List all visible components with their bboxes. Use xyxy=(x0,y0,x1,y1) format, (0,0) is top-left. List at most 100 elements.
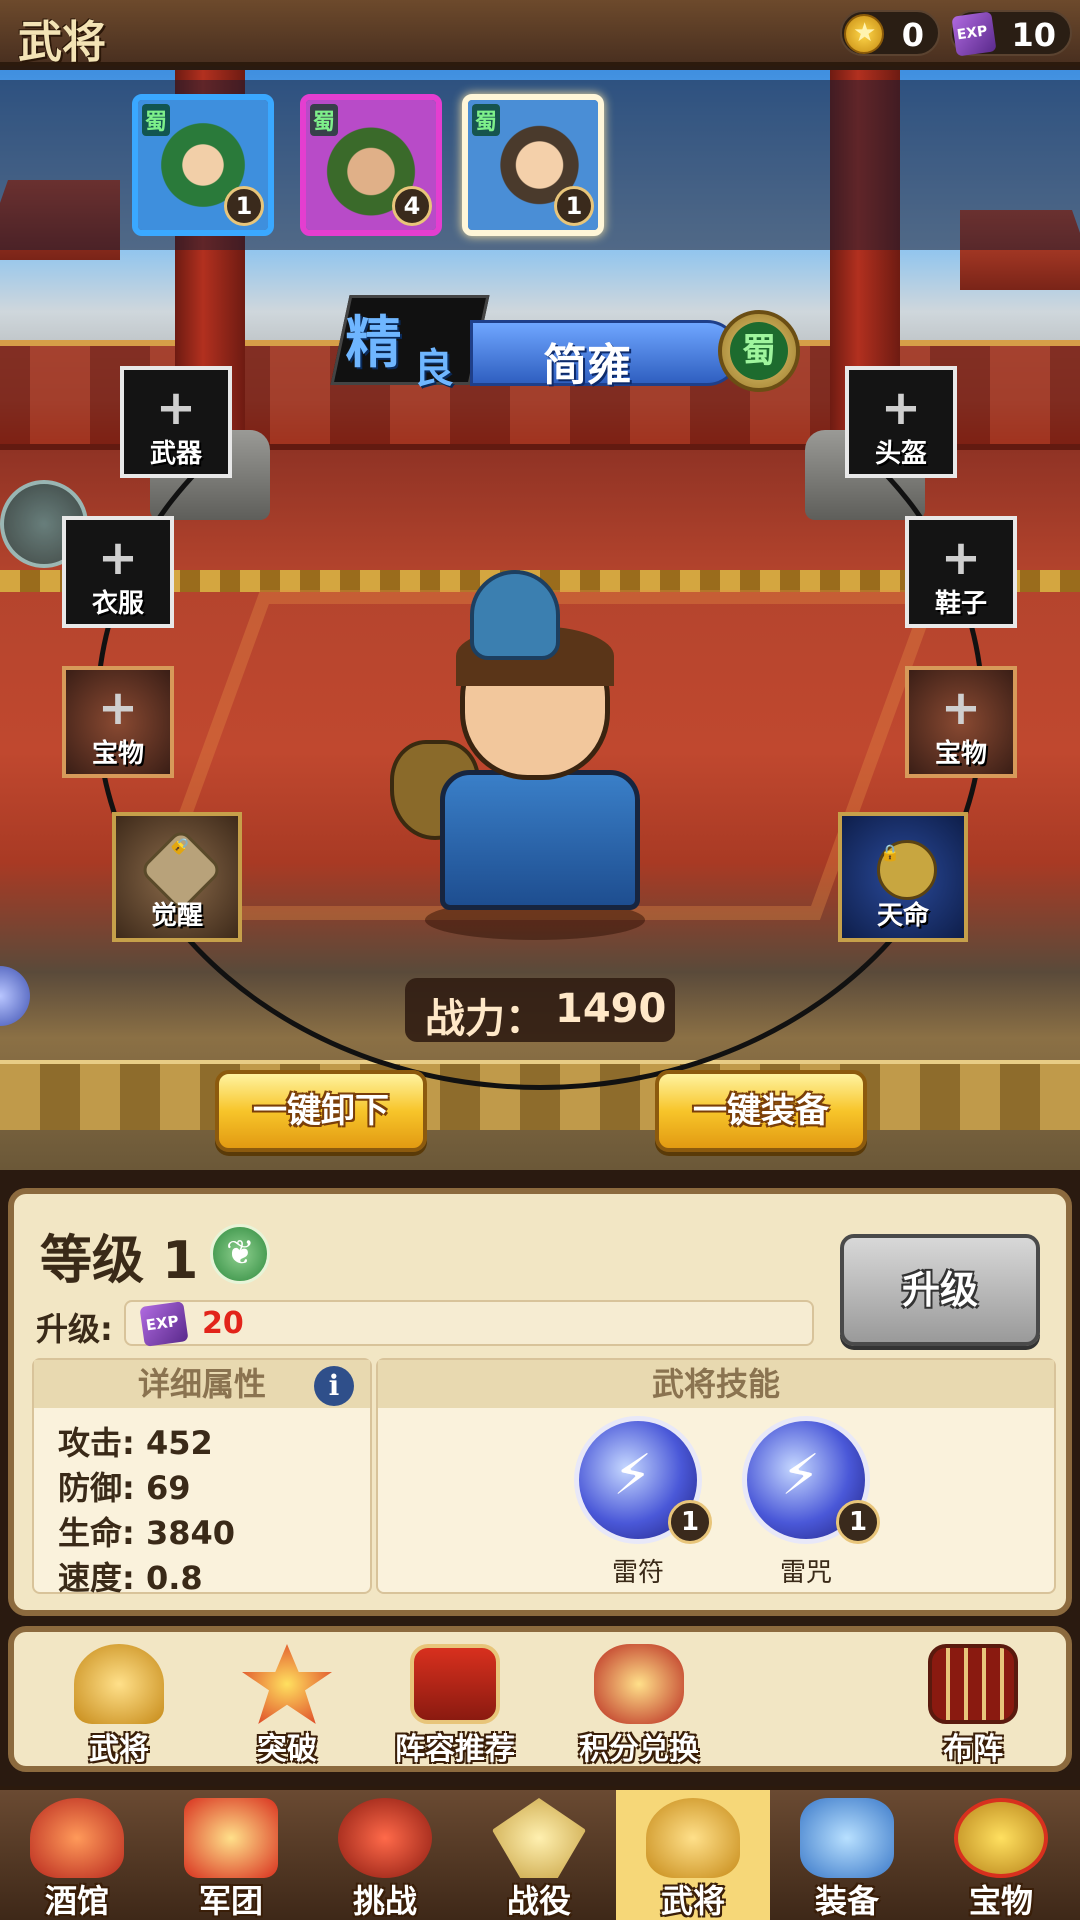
fate-slot[interactable]: 天命 xyxy=(838,812,968,942)
rank-char-1: 精 xyxy=(345,310,402,376)
page-title: 武将 xyxy=(18,17,106,68)
hero-portrait[interactable]: 蜀 4 xyxy=(300,94,442,236)
treasure-coin-icon xyxy=(954,1798,1048,1878)
nav-legion[interactable]: 军团 xyxy=(154,1790,308,1920)
function-bar: 武将 突破 阵容推荐 积分兑换 布阵 xyxy=(8,1626,1072,1772)
nav-label: 军团 xyxy=(198,1882,263,1920)
equip-slot-treasure-right[interactable]: + 宝物 xyxy=(905,666,1017,778)
hero-name-banner: 简雍 xyxy=(470,320,740,391)
helmet-icon xyxy=(74,1644,164,1724)
upgrade-cost-bar: 20 xyxy=(124,1300,814,1347)
hero-hat xyxy=(470,570,560,660)
skills-panel: 武将技能 1 雷符 1 雷咒 xyxy=(376,1358,1056,1594)
side-orb-icon[interactable] xyxy=(0,966,30,1026)
skill-level-badge: 1 xyxy=(836,1500,880,1544)
go-board-icon xyxy=(928,1644,1018,1724)
hero-portrait-list: 蜀 1 蜀 4 蜀 1 xyxy=(0,80,1080,250)
bottom-nav: 酒馆 军团 挑战 战役 武将 装备 宝物 xyxy=(0,1786,1080,1920)
nav-tavern[interactable]: 酒馆 xyxy=(0,1790,154,1920)
attributes-panel: 详细属性 i 攻击: 452 防御: 69 生命: 3840 速度: 0.8 xyxy=(32,1358,372,1597)
level-leaf-icon[interactable] xyxy=(210,1224,270,1284)
slot-label: 衣服 xyxy=(91,589,144,619)
nav-label: 装备 xyxy=(814,1882,879,1920)
hero-portrait-selected[interactable]: 蜀 1 xyxy=(462,94,604,236)
nav-hero[interactable]: 武将 xyxy=(616,1790,770,1920)
plus-icon: + xyxy=(97,530,139,586)
hero-name: 简雍 xyxy=(543,340,631,391)
func-breakthrough-button[interactable]: 突破 xyxy=(212,1640,362,1770)
slot-label: 天命 xyxy=(876,901,929,931)
nav-treasure[interactable]: 宝物 xyxy=(924,1790,1078,1920)
equip-all-label: 一键装备 xyxy=(693,1091,829,1131)
nav-challenge[interactable]: 挑战 xyxy=(308,1790,462,1920)
exp-counter[interactable]: 10 xyxy=(950,10,1072,57)
upgrade-cost-value: 20 xyxy=(202,1306,244,1341)
rank-char-2: 良 xyxy=(413,345,454,392)
power-label: 战力： xyxy=(425,996,545,1042)
sword-icon xyxy=(492,1798,586,1878)
faction-label: 蜀 xyxy=(730,322,788,380)
hero-portrait[interactable]: 蜀 1 xyxy=(132,94,274,236)
slot-label: 宝物 xyxy=(934,739,987,769)
exp-crystal-icon xyxy=(951,11,997,57)
info-icon[interactable]: i xyxy=(314,1366,354,1406)
hero-rank-badge: 精 良 xyxy=(330,295,490,392)
faction-badge: 蜀 xyxy=(718,310,800,392)
equip-slot-armor[interactable]: + 衣服 xyxy=(62,516,174,628)
func-lineup-recommend-button[interactable]: 阵容推荐 xyxy=(380,1640,530,1770)
gold-value: 0 xyxy=(901,16,924,54)
skill-name: 雷咒 xyxy=(779,1558,832,1588)
equip-all-button[interactable]: 一键装备 xyxy=(655,1070,867,1152)
hero-level-label: 等级 1 xyxy=(40,1231,199,1291)
upgrade-button[interactable]: 升级 xyxy=(840,1234,1040,1346)
hero-scene: 蜀 1 蜀 4 蜀 1 精 良 简雍 蜀 + 武器 + 头盔 + 衣服 + 鞋子… xyxy=(0,70,1080,1170)
slot-label: 宝物 xyxy=(91,739,144,769)
func-formation-button[interactable]: 布阵 xyxy=(898,1640,1048,1770)
power-value: 1490 xyxy=(555,986,667,1032)
hero-character-figure[interactable] xyxy=(380,570,680,950)
plus-icon: + xyxy=(155,380,197,436)
awaken-slot[interactable]: 觉醒 xyxy=(112,812,242,942)
legion-banner-icon xyxy=(184,1798,278,1878)
faction-tag: 蜀 xyxy=(142,104,171,136)
nav-equipment[interactable]: 装备 xyxy=(770,1790,924,1920)
plus-icon: + xyxy=(97,680,139,736)
equip-slot-boots[interactable]: + 鞋子 xyxy=(905,516,1017,628)
thumbs-up-scroll-icon xyxy=(410,1644,500,1724)
upgrade-button-label: 升级 xyxy=(901,1268,978,1312)
equip-slot-helmet[interactable]: + 头盔 xyxy=(845,366,957,478)
skill-name: 雷符 xyxy=(611,1558,664,1588)
money-bag-icon xyxy=(594,1644,684,1724)
combat-power: 战力： 1490 xyxy=(405,978,675,1042)
exp-value: 10 xyxy=(1011,16,1056,54)
armor-icon xyxy=(800,1798,894,1878)
gold-coin-icon xyxy=(844,14,884,54)
slot-label: 武器 xyxy=(149,439,202,469)
faction-tag: 蜀 xyxy=(472,104,501,136)
skill-item[interactable]: 1 雷咒 xyxy=(742,1416,880,1588)
exp-crystal-icon xyxy=(139,1301,189,1347)
slot-label: 鞋子 xyxy=(934,589,987,619)
faction-tag: 蜀 xyxy=(310,104,339,136)
func-label: 布阵 xyxy=(943,1732,1003,1767)
skill-item[interactable]: 1 雷符 xyxy=(574,1416,712,1588)
plus-icon: + xyxy=(880,380,922,436)
slot-label: 觉醒 xyxy=(150,901,203,931)
unequip-all-label: 一键卸下 xyxy=(253,1091,389,1131)
star-icon xyxy=(242,1644,332,1724)
lock-icon xyxy=(877,840,937,900)
hero-info-panel: 等级 1 升级: 20 升级 详细属性 i 攻击: 452 防御: 69 生命:… xyxy=(8,1188,1072,1616)
gold-counter[interactable]: 0 xyxy=(840,10,940,56)
attr-speed: 速度: 0.8 xyxy=(58,1559,203,1597)
unequip-all-button[interactable]: 一键卸下 xyxy=(215,1070,427,1152)
func-hero-button[interactable]: 武将 xyxy=(44,1640,194,1770)
skill-level-badge: 1 xyxy=(668,1500,712,1544)
equip-slot-weapon[interactable]: + 武器 xyxy=(120,366,232,478)
func-points-exchange-button[interactable]: 积分兑换 xyxy=(564,1640,714,1770)
equip-slot-treasure-left[interactable]: + 宝物 xyxy=(62,666,174,778)
attr-attack: 攻击: 452 xyxy=(58,1424,213,1462)
skills-title: 武将技能 xyxy=(378,1360,1054,1408)
nav-campaign[interactable]: 战役 xyxy=(462,1790,616,1920)
nav-label: 酒馆 xyxy=(44,1882,109,1920)
attr-defense: 防御: 69 xyxy=(58,1469,191,1507)
